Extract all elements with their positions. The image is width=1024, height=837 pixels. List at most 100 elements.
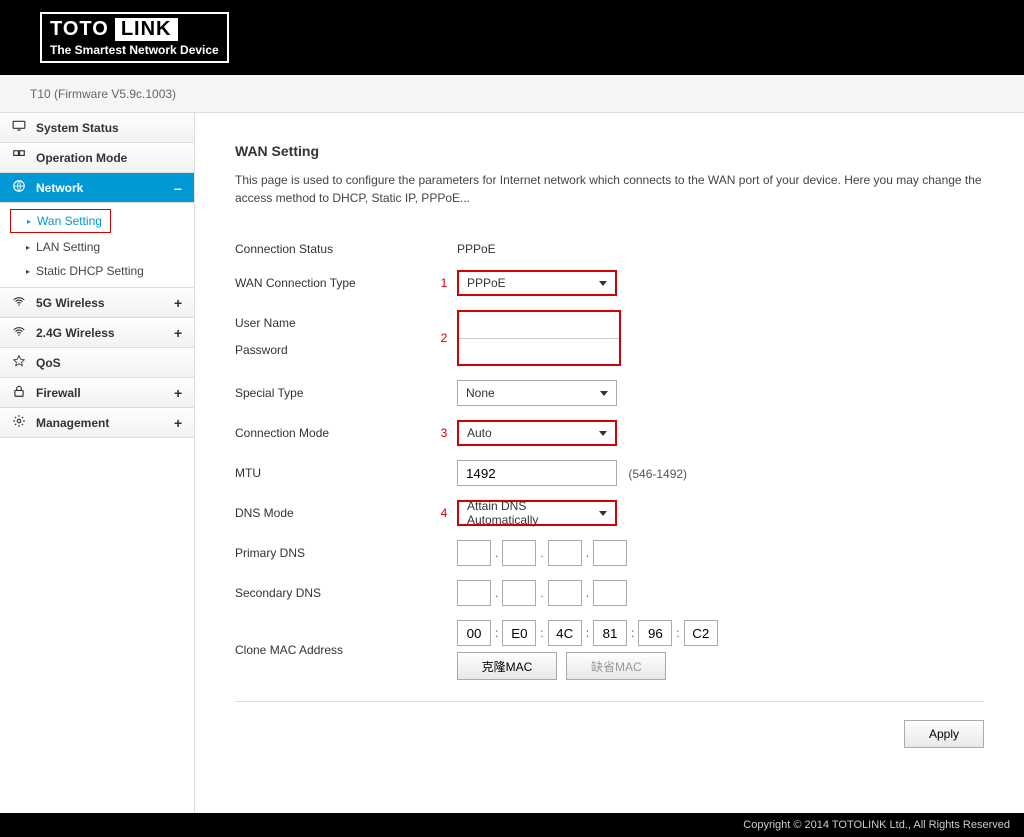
chevron-down-icon — [599, 431, 607, 436]
network-subitems: ▸Wan Setting ▸ LAN Setting ▸Static DHCP S… — [0, 203, 194, 288]
row-primary-dns: Primary DNS . . . — [235, 533, 984, 573]
sidebar-item-label: System Status — [36, 121, 184, 135]
label-primary-dns: Primary DNS — [235, 533, 435, 573]
sidebar-item-system-status[interactable]: System Status — [0, 113, 194, 143]
mac-buttons: 克隆MAC 缺省MAC — [457, 652, 984, 680]
wifi-icon — [10, 294, 28, 311]
apply-button[interactable]: Apply — [904, 720, 984, 748]
annotation-3: 3 — [435, 413, 457, 453]
colon-separator: : — [540, 626, 543, 640]
row-wan-type: WAN Connection Type 1 PPPoE — [235, 263, 984, 303]
main: System Status Operation Mode Network – ▸… — [0, 113, 1024, 813]
brand-tagline: The Smartest Network Device — [50, 43, 219, 57]
special-type-select[interactable]: None — [457, 380, 617, 406]
colon-separator: : — [676, 626, 679, 640]
row-connection-status: Connection Status PPPoE — [235, 235, 984, 263]
row-connection-mode: Connection Mode 3 Auto — [235, 413, 984, 453]
default-mac-button[interactable]: 缺省MAC — [566, 652, 666, 680]
secondary-dns-group: . . . — [457, 580, 984, 606]
sidebar-item-5g-wireless[interactable]: 5G Wireless + — [0, 288, 194, 318]
primary-dns-octet-1[interactable] — [457, 540, 491, 566]
label-wan-type: WAN Connection Type — [235, 263, 435, 303]
row-secondary-dns: Secondary DNS . . . — [235, 573, 984, 613]
bullet-icon: ▸ — [26, 243, 30, 252]
dot-separator: . — [495, 546, 498, 560]
expand-icon: + — [174, 295, 184, 311]
sidebar-item-network[interactable]: Network – — [0, 173, 194, 203]
brand-text-1: TOTO — [50, 18, 109, 41]
firmware-bar: T10 (Firmware V5.9c.1003) — [0, 75, 1024, 113]
sidebar-item-operation-mode[interactable]: Operation Mode — [0, 143, 194, 173]
secondary-dns-octet-2[interactable] — [502, 580, 536, 606]
mac-octet-5[interactable] — [638, 620, 672, 646]
sidebar-item-qos[interactable]: QoS — [0, 348, 194, 378]
collapse-icon: – — [174, 180, 184, 196]
sidebar-subitem-wan-setting[interactable]: ▸Wan Setting — [10, 209, 111, 233]
row-clone-mac: Clone MAC Address : : : : : 克隆MAC 缺省MAC — [235, 613, 984, 687]
sidebar-item-firewall[interactable]: Firewall + — [0, 378, 194, 408]
row-dns-mode: DNS Mode 4 Attain DNS Automatically — [235, 493, 984, 533]
label-password: Password — [235, 343, 435, 357]
qos-icon — [10, 354, 28, 371]
sidebar-item-label: Network — [36, 181, 174, 195]
secondary-dns-octet-3[interactable] — [548, 580, 582, 606]
sidebar-subitem-static-dhcp[interactable]: ▸Static DHCP Setting — [0, 259, 194, 283]
label-clone-mac: Clone MAC Address — [235, 613, 435, 687]
mode-icon — [10, 149, 28, 166]
label-secondary-dns: Secondary DNS — [235, 573, 435, 613]
row-credentials: User Name Password 2 — [235, 303, 984, 373]
monitor-icon — [10, 119, 28, 136]
chevron-down-icon — [599, 511, 607, 516]
mac-octet-1[interactable] — [457, 620, 491, 646]
sidebar-subitem-lan-setting[interactable]: ▸ LAN Setting — [0, 235, 194, 259]
annotation-2: 2 — [435, 303, 457, 373]
primary-dns-octet-4[interactable] — [593, 540, 627, 566]
mac-octet-6[interactable] — [684, 620, 718, 646]
dot-separator: . — [586, 586, 589, 600]
colon-separator: : — [586, 626, 589, 640]
row-special-type: Special Type None — [235, 373, 984, 413]
label-connection-mode: Connection Mode — [235, 413, 435, 453]
subitem-label: Static DHCP Setting — [36, 264, 144, 278]
subitem-label: LAN Setting — [36, 240, 100, 254]
clone-mac-button[interactable]: 克隆MAC — [457, 652, 557, 680]
mac-group: : : : : : — [457, 620, 984, 646]
select-value: Auto — [467, 426, 492, 440]
expand-icon: + — [174, 415, 184, 431]
page-description: This page is used to configure the param… — [235, 171, 984, 207]
expand-icon: + — [174, 385, 184, 401]
secondary-dns-octet-1[interactable] — [457, 580, 491, 606]
dns-mode-select[interactable]: Attain DNS Automatically — [457, 500, 617, 526]
mac-octet-4[interactable] — [593, 620, 627, 646]
sidebar-item-24g-wireless[interactable]: 2.4G Wireless + — [0, 318, 194, 348]
label-connection-status: Connection Status — [235, 235, 435, 263]
primary-dns-octet-3[interactable] — [548, 540, 582, 566]
primary-dns-octet-2[interactable] — [502, 540, 536, 566]
colon-separator: : — [631, 626, 634, 640]
mtu-input[interactable] — [457, 460, 617, 486]
username-input[interactable] — [459, 312, 619, 338]
dot-separator: . — [586, 546, 589, 560]
sidebar-item-label: QoS — [36, 356, 184, 370]
select-value: PPPoE — [467, 276, 506, 290]
select-value: Attain DNS Automatically — [467, 499, 599, 527]
dot-separator: . — [540, 586, 543, 600]
sidebar-item-label: Operation Mode — [36, 151, 184, 165]
mac-octet-3[interactable] — [548, 620, 582, 646]
credentials-group — [457, 310, 621, 366]
mac-octet-2[interactable] — [502, 620, 536, 646]
wifi-icon — [10, 324, 28, 341]
label-dns-mode: DNS Mode — [235, 493, 435, 533]
apply-wrap: Apply — [235, 720, 984, 748]
sidebar-item-management[interactable]: Management + — [0, 408, 194, 438]
colon-separator: : — [495, 626, 498, 640]
wan-form: Connection Status PPPoE WAN Connection T… — [235, 235, 984, 687]
dot-separator: . — [495, 586, 498, 600]
secondary-dns-octet-4[interactable] — [593, 580, 627, 606]
connection-mode-select[interactable]: Auto — [457, 420, 617, 446]
subitem-label: Wan Setting — [37, 214, 102, 228]
password-input[interactable] — [459, 338, 619, 364]
label-mtu: MTU — [235, 453, 435, 493]
wan-type-select[interactable]: PPPoE — [457, 270, 617, 296]
lock-icon — [10, 384, 28, 401]
